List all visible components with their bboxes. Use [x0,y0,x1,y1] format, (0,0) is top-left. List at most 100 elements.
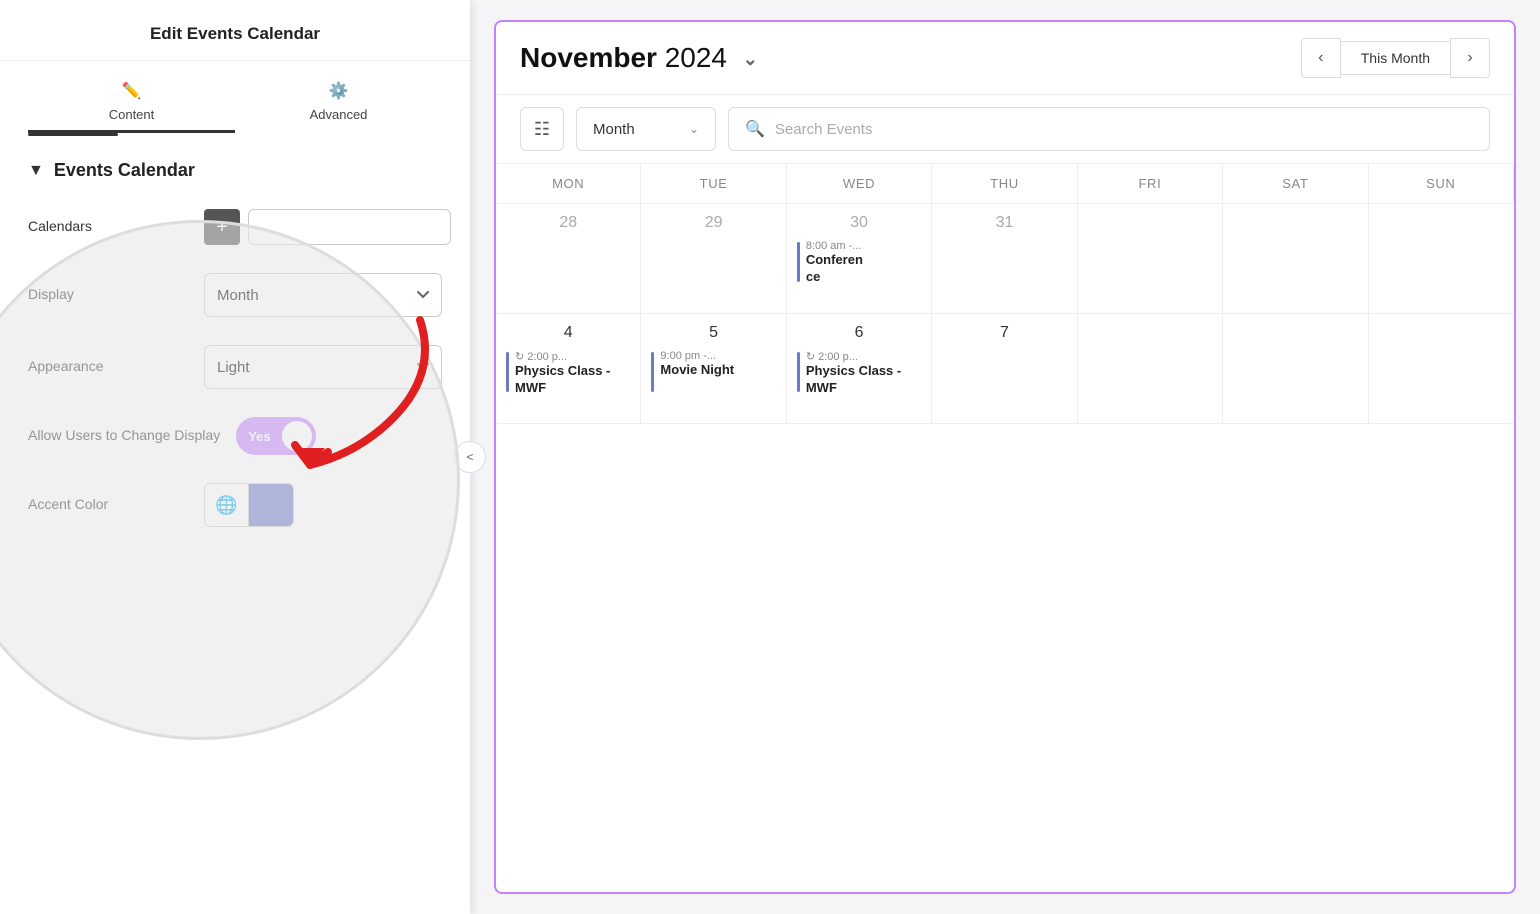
view-select-label: Month [593,121,635,138]
gear-icon: ⚙️ [329,81,349,101]
color-swatch[interactable] [249,483,293,527]
day-cell-5[interactable]: 5 9:00 pm -... Movie Night [641,314,786,424]
globe-icon[interactable]: 🌐 [205,483,249,527]
event-physics-wed[interactable]: ↻ 2:00 p... Physics Class - MWF [797,350,921,397]
this-month-button[interactable]: This Month [1341,41,1450,75]
display-field-row: Display Month Week Day List [28,273,442,317]
calendar-month-year: November 2024 ⌄ [520,42,758,74]
tab-content-label: Content [109,107,155,122]
event-time-conference: 8:00 am -... [806,240,863,252]
day-number-5: 5 [651,324,775,342]
collapse-panel-button[interactable]: < [454,441,486,473]
calendars-label: Calendars [28,217,188,237]
event-physics-mon[interactable]: ↻ 2:00 p... Physics Class - MWF [506,350,630,397]
day-number-6: 6 [797,324,921,342]
day-header-fri: FRI [1078,164,1223,204]
day-header-mon: MON [496,164,641,204]
event-time-physics-wed: ↻ 2:00 p... [806,350,921,363]
event-conference[interactable]: 8:00 am -... Conference [797,240,921,286]
view-select[interactable]: Month ⌄ [576,107,716,151]
panel-header: Edit Events Calendar [0,0,470,61]
calendar-container: November 2024 ⌄ ‹ This Month › ☷ Month ⌄… [494,20,1516,894]
event-name-physics-mon: Physics Class - MWF [515,363,630,397]
event-name-conference: Conference [806,252,863,286]
tab-content[interactable]: ✏️ Content [28,73,235,133]
day-header-thu: THU [932,164,1077,204]
accent-color-label: Accent Color [28,495,188,515]
day-cell-w2-sun[interactable] [1369,314,1514,424]
event-content-conference: 8:00 am -... Conference [806,240,863,286]
calendar-nav-group: ‹ This Month › [1301,38,1490,78]
calendar-header: November 2024 ⌄ ‹ This Month › [496,22,1514,95]
day-number-7: 7 [942,324,1066,342]
right-panel: November 2024 ⌄ ‹ This Month › ☷ Month ⌄… [470,0,1540,914]
filter-button[interactable]: ☷ [520,107,564,151]
calendar-title-chevron[interactable]: ⌄ [743,49,758,69]
event-content-physics-wed: ↻ 2:00 p... Physics Class - MWF [806,350,921,397]
event-content-physics-mon: ↻ 2:00 p... Physics Class - MWF [515,350,630,397]
day-header-sat: SAT [1223,164,1368,204]
day-header-tue: TUE [641,164,786,204]
day-header-wed: WED [787,164,932,204]
event-content-movie: 9:00 pm -... Movie Night [660,350,734,379]
accent-color-field-row: Accent Color 🌐 [28,483,442,527]
day-number-28: 28 [506,214,630,232]
recurring-icon-physics-mon: ↻ [515,351,524,363]
day-cell-7[interactable]: 7 [932,314,1077,424]
day-number-31: 31 [942,214,1066,232]
panel-title: Edit Events Calendar [28,24,442,44]
day-cell-31[interactable]: 31 [932,204,1077,314]
search-box[interactable]: 🔍 Search Events [728,107,1490,151]
tabs-row: ✏️ Content ⚙️ Advanced [0,61,470,133]
day-cell-6[interactable]: 6 ↻ 2:00 p... Physics Class - MWF [787,314,932,424]
day-cell-w1-fri[interactable] [1078,204,1223,314]
allow-users-field-row: Allow Users to Change Display Yes [28,417,442,455]
section-collapse-icon[interactable]: ▼ [28,162,44,180]
collapse-icon: < [466,450,473,464]
events-calendar-section: ▼ Events Calendar [28,160,442,181]
view-select-chevron: ⌄ [689,122,699,136]
pencil-icon: ✏️ [122,81,142,101]
day-cell-29[interactable]: 29 [641,204,786,314]
next-month-button[interactable]: › [1450,38,1490,78]
allow-users-toggle-container: Yes [236,417,316,455]
day-cell-w1-sat[interactable] [1223,204,1368,314]
appearance-select[interactable]: Light Dark [204,345,442,389]
panel-content: ▼ Events Calendar Calendars + Display Mo… [0,136,470,914]
day-cell-w2-fri[interactable] [1078,314,1223,424]
appearance-field-row: Appearance Light Dark [28,345,442,389]
event-time-physics-mon: ↻ 2:00 p... [515,350,630,363]
allow-users-label: Allow Users to Change Display [28,426,220,446]
day-cell-4[interactable]: 4 ↻ 2:00 p... Physics Class - MWF [496,314,641,424]
event-name-physics-wed: Physics Class - MWF [806,363,921,397]
add-calendar-button[interactable]: + [204,209,240,245]
event-bar-physics-mon [506,352,509,392]
color-picker-box: 🌐 [204,483,294,527]
event-bar-conference [797,242,800,282]
day-cell-w2-sat[interactable] [1223,314,1368,424]
toggle-knob [282,421,312,451]
event-movie-night[interactable]: 9:00 pm -... Movie Night [651,350,775,392]
allow-users-toggle[interactable]: Yes [236,417,316,455]
event-name-movie: Movie Night [660,362,734,379]
left-panel: Edit Events Calendar ✏️ Content ⚙️ Advan… [0,0,470,914]
calendars-field-row: Calendars + [28,209,442,245]
calendars-text-input[interactable] [248,209,451,245]
day-cell-28[interactable]: 28 [496,204,641,314]
display-label: Display [28,285,188,305]
tab-advanced[interactable]: ⚙️ Advanced [235,73,442,133]
appearance-label: Appearance [28,357,188,377]
prev-month-button[interactable]: ‹ [1301,38,1341,78]
day-header-sun: SUN [1369,164,1514,204]
section-title: Events Calendar [54,160,195,181]
event-time-movie: 9:00 pm -... [660,350,734,362]
day-number-4: 4 [506,324,630,342]
day-number-29: 29 [651,214,775,232]
display-select[interactable]: Month Week Day List [204,273,442,317]
calendar-year: 2024 [665,42,727,73]
day-cell-w1-sun[interactable] [1369,204,1514,314]
event-bar-physics-wed [797,352,800,392]
day-number-30: 30 [797,214,921,232]
day-cell-30[interactable]: 30 8:00 am -... Conference [787,204,932,314]
calendar-toolbar: ☷ Month ⌄ 🔍 Search Events [496,95,1514,164]
